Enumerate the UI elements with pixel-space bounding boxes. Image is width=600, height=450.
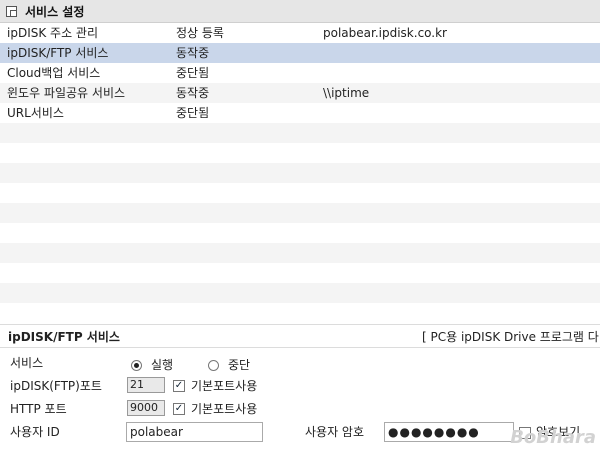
- settings-titlebar: 서비스 설정: [0, 0, 600, 23]
- empty-row: [0, 243, 600, 263]
- service-row-url[interactable]: URL서비스 중단됨: [0, 103, 600, 123]
- service-name: ipDISK 주소 관리: [7, 26, 99, 40]
- run-radio[interactable]: [131, 360, 142, 371]
- http-port-label: HTTP 포트: [10, 402, 67, 416]
- empty-row: [0, 223, 600, 243]
- http-default-port-checkbox[interactable]: [173, 403, 185, 415]
- window-restore-icon: [6, 5, 17, 17]
- ftp-port-label: ipDISK(FTP)포트: [10, 379, 102, 393]
- drive-program-link[interactable]: [ PC용 ipDISK Drive 프로그램 다: [422, 328, 599, 345]
- ftp-default-port-label: 기본포트사용: [191, 379, 258, 393]
- user-id-label: 사용자 ID: [10, 425, 60, 439]
- panel-header: ipDISK/FTP 서비스 [ PC용 ipDISK Drive 프로그램 다: [0, 324, 600, 348]
- empty-row: [0, 143, 600, 163]
- service-detail: \\iptime: [323, 86, 370, 100]
- service-row-ipdisk-address[interactable]: ipDISK 주소 관리 정상 등록 polabear.ipdisk.co.kr: [0, 23, 600, 43]
- empty-row: [0, 303, 600, 323]
- http-port-input[interactable]: 9000: [127, 400, 165, 416]
- ftp-default-port-checkbox[interactable]: [173, 380, 185, 392]
- stop-radio-label: 중단: [228, 358, 251, 372]
- service-name: URL서비스: [7, 106, 64, 120]
- service-name: Cloud백업 서비스: [7, 66, 101, 80]
- service-row-windows-share[interactable]: 윈도우 파일공유 서비스 동작중 \\iptime: [0, 83, 600, 103]
- page-title: 서비스 설정: [25, 4, 85, 19]
- empty-row: [0, 283, 600, 303]
- service-status: 중단됨: [176, 66, 210, 80]
- password-input[interactable]: ●●●●●●●●: [384, 422, 514, 442]
- http-default-port-label: 기본포트사용: [191, 402, 258, 416]
- empty-row: [0, 123, 600, 143]
- service-status: 정상 등록: [176, 26, 224, 40]
- service-status: 중단됨: [176, 106, 210, 120]
- empty-row: [0, 163, 600, 183]
- service-name: ipDISK/FTP 서비스: [7, 46, 109, 60]
- run-radio-label: 실행: [151, 358, 174, 372]
- ftp-port-input[interactable]: 21: [127, 377, 165, 393]
- user-id-input[interactable]: polabear: [126, 422, 263, 442]
- empty-row: [0, 203, 600, 223]
- service-detail: polabear.ipdisk.co.kr: [323, 26, 447, 40]
- panel-title: ipDISK/FTP 서비스: [8, 330, 120, 344]
- empty-row: [0, 263, 600, 283]
- watermark-logo: BoBhara: [510, 427, 596, 448]
- service-list: ipDISK 주소 관리 정상 등록 polabear.ipdisk.co.kr…: [0, 23, 600, 323]
- stop-radio[interactable]: [208, 360, 219, 371]
- service-row-cloud-backup[interactable]: Cloud백업 서비스 중단됨: [0, 63, 600, 83]
- service-name: 윈도우 파일공유 서비스: [7, 86, 126, 100]
- service-status: 동작중: [176, 86, 210, 100]
- service-row-ipdisk-ftp[interactable]: ipDISK/FTP 서비스 동작중: [0, 43, 600, 63]
- service-label: 서비스: [10, 356, 44, 370]
- empty-row: [0, 183, 600, 203]
- password-label: 사용자 암호: [305, 425, 365, 439]
- service-status: 동작중: [176, 46, 210, 60]
